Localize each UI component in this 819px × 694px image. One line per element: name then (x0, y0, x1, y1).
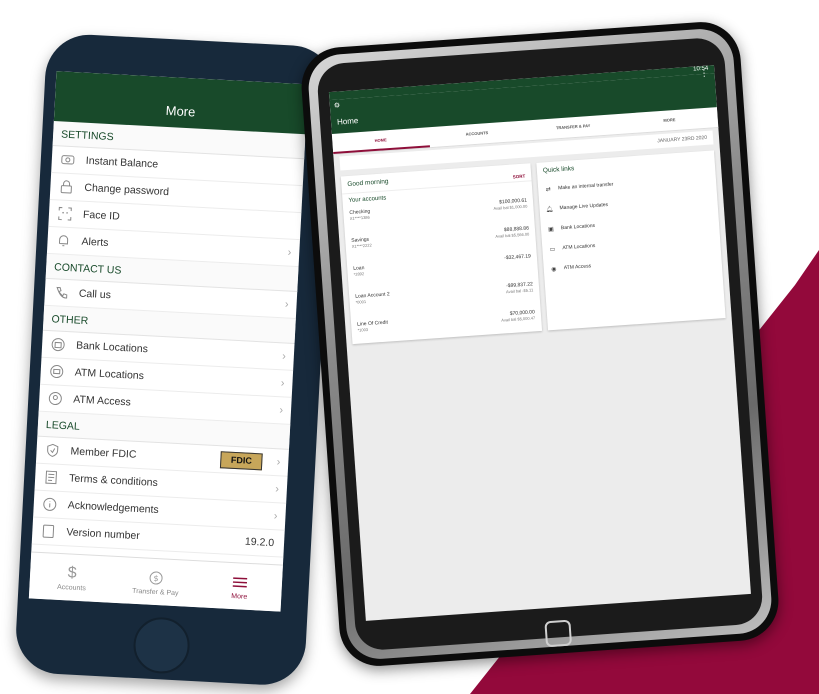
version-value: 19.2.0 (244, 535, 275, 550)
document-icon (43, 469, 60, 486)
page-title: Home (336, 116, 359, 127)
info-icon (41, 496, 58, 513)
account-balance: -$32,467.19 (504, 253, 532, 262)
quick-link-label: Bank Locations (560, 222, 596, 232)
menu-item-label: Member FDIC (70, 445, 137, 461)
menu-item-label: Alerts (81, 235, 109, 250)
atm-icon (48, 363, 65, 380)
gear-icon[interactable]: ⚙ (334, 101, 341, 109)
tab-transfer-pay[interactable]: $ Transfer & Pay (113, 557, 199, 607)
chevron-right-icon: › (274, 483, 280, 496)
bottom-tab-bar: $ Accounts $ Transfer & Pay More (28, 551, 283, 612)
quick-link-label: ATM Access (563, 263, 592, 272)
tab-label: Transfer & Pay (131, 587, 179, 597)
phone-icon (52, 284, 69, 301)
menu-item-label: Acknowledgements (67, 499, 160, 517)
chevron-right-icon: › (284, 298, 289, 311)
chevron-right-icon: › (273, 510, 278, 523)
bank-icon (50, 336, 67, 353)
accounts-card: Good morning Your accounts SORT Checking… (340, 163, 543, 345)
location-pin-icon: ◉ (550, 266, 557, 273)
account-available: Avail bal $1,000.00 (493, 203, 528, 211)
tablet-device-wrap: 10:54 ⚙ ⋮ Home HOME ACCOUNTS TRANSFER & … (298, 19, 810, 680)
tablet-home-button[interactable] (544, 619, 573, 648)
device-icon (40, 523, 57, 540)
dashboard-cards: Good morning Your accounts SORT Checking… (335, 146, 732, 348)
dollar-icon: $ (67, 563, 78, 582)
instant-balance-icon (59, 151, 76, 168)
tablet-device: 10:54 ⚙ ⋮ Home HOME ACCOUNTS TRANSFER & … (298, 19, 782, 669)
phone-device: More SETTINGS Instant Balance Change pas… (13, 32, 338, 687)
svg-text:$: $ (153, 573, 159, 582)
tablet-screen: 10:54 ⚙ ⋮ Home HOME ACCOUNTS TRANSFER & … (328, 65, 751, 621)
menu-item-label: Face ID (82, 208, 121, 223)
account-number: *2892 (353, 271, 365, 277)
sort-button[interactable]: SORT (513, 174, 526, 180)
menu-item-label: Call us (78, 287, 112, 302)
location-pin-icon (47, 390, 64, 407)
menu-item-label: Instant Balance (85, 154, 159, 171)
account-number: X1****2222 (351, 242, 372, 249)
menu-icon (232, 573, 249, 592)
account-number: X1****1386 (349, 214, 370, 221)
menu-item-label: Version number (66, 526, 141, 543)
menu-item-label: ATM Locations (74, 366, 145, 383)
tab-label: More (231, 592, 248, 601)
chevron-right-icon: › (281, 350, 287, 363)
phone-screen: More SETTINGS Instant Balance Change pas… (28, 71, 309, 612)
phone-home-button[interactable] (132, 615, 191, 675)
bell-icon: 🔔︎ (545, 206, 554, 213)
chevron-right-icon: › (287, 246, 292, 259)
menu-item-label: Change password (84, 181, 170, 199)
chevron-right-icon: › (279, 404, 284, 417)
quick-link-label: Make an internal transfer (557, 181, 614, 192)
account-number: *1003 (357, 326, 369, 333)
account-available: Avail bal $5,566.00 (495, 231, 530, 239)
chevron-right-icon: › (280, 377, 285, 390)
bell-icon (55, 232, 72, 249)
quick-links-card: Quick links ⇄ Make an internal transfer … (536, 150, 726, 331)
bank-icon: ▣ (547, 226, 555, 233)
atm-icon: ▭ (549, 246, 556, 253)
face-id-icon (57, 205, 74, 222)
lock-icon (58, 178, 75, 195)
quick-link-label: ATM Locations (562, 242, 596, 252)
account-available: Avail bal -$5.11 (505, 287, 534, 295)
overflow-menu-icon[interactable]: ⋮ (699, 68, 709, 80)
transfer-icon: $ (148, 568, 165, 587)
account-available: Avail bal $5,000.47 (501, 315, 536, 323)
menu-item-label: Terms & conditions (68, 472, 159, 489)
menu-item-label: ATM Access (72, 393, 132, 409)
tab-more[interactable]: More (197, 561, 283, 611)
transfer-icon: ⇄ (545, 186, 551, 193)
chevron-right-icon: › (276, 456, 281, 469)
menu-item-label: Bank Locations (75, 339, 149, 356)
page-title: More (165, 102, 196, 120)
fdic-logo: FDIC (219, 451, 263, 471)
tab-accounts[interactable]: $ Accounts (29, 552, 115, 602)
shield-icon (44, 442, 61, 459)
tab-label: Accounts (56, 583, 87, 592)
quick-link-label: Manage Live Updates (559, 201, 609, 212)
